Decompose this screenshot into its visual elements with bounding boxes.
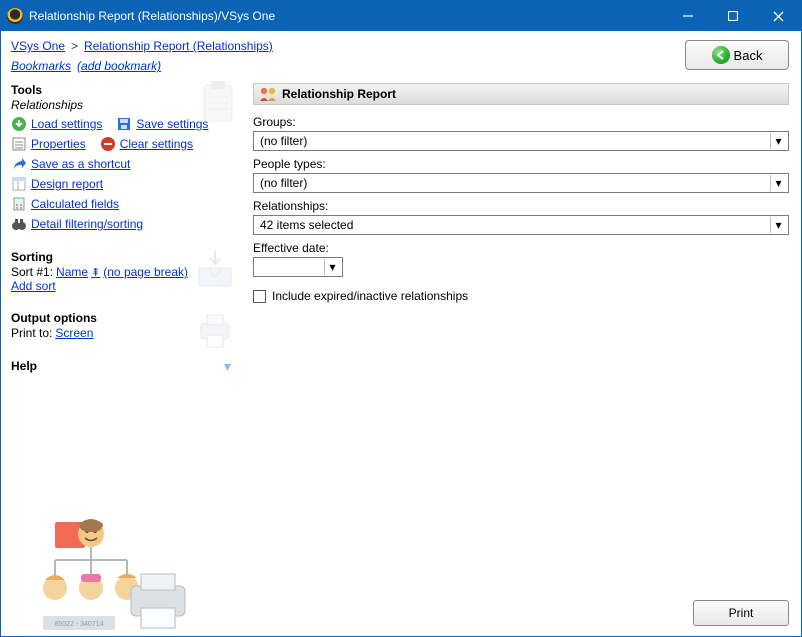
include-expired-label: Include expired/inactive relationships xyxy=(272,289,468,303)
calc-icon xyxy=(11,196,27,212)
effective-date-label: Effective date: xyxy=(253,241,789,255)
svg-text:85022 - 340714: 85022 - 340714 xyxy=(54,621,103,628)
minimize-icon xyxy=(683,11,693,21)
groups-value: (no filter) xyxy=(260,134,307,148)
clipboard-icon xyxy=(199,79,237,125)
relationship-art-icon: 85022 - 340714 xyxy=(35,516,195,636)
back-button[interactable]: Back xyxy=(685,40,789,70)
close-icon xyxy=(773,11,784,22)
breadcrumb-root[interactable]: VSys One xyxy=(11,39,65,53)
dropdown-icon: ▾ xyxy=(770,175,786,191)
clear-settings-link[interactable]: Clear settings xyxy=(120,137,193,151)
print-button-label: Print xyxy=(729,606,754,620)
minimize-button[interactable] xyxy=(665,1,710,31)
properties-link[interactable]: Properties xyxy=(31,137,86,151)
panel-title: Relationship Report xyxy=(282,87,396,101)
main-panel: Relationship Report Groups: (no filter) … xyxy=(249,77,801,636)
printer-icon xyxy=(195,309,235,353)
add-bookmark-link[interactable]: (add bookmark) xyxy=(77,59,161,73)
back-arrow-icon xyxy=(712,46,730,64)
sort-prefix: Sort #1: xyxy=(11,265,53,279)
output-section: Output options Print to: Screen xyxy=(11,311,241,340)
effective-date-combo[interactable]: ▾ xyxy=(253,257,343,277)
load-icon xyxy=(11,116,27,132)
properties-icon xyxy=(11,136,27,152)
help-section: Help ▾ xyxy=(11,358,241,375)
breadcrumb-current[interactable]: Relationship Report (Relationships) xyxy=(84,39,273,53)
people-types-value: (no filter) xyxy=(260,176,307,190)
include-expired-row[interactable]: Include expired/inactive relationships xyxy=(253,289,789,303)
panel-header: Relationship Report xyxy=(253,83,789,105)
sidebar: Tools Relationships Load settings xyxy=(1,77,249,636)
relationship-icon xyxy=(258,86,276,102)
inbox-icon xyxy=(195,248,235,292)
include-expired-checkbox[interactable] xyxy=(253,290,266,303)
groups-label: Groups: xyxy=(253,115,789,129)
form: Groups: (no filter) ▾ People types: (no … xyxy=(253,111,789,303)
groups-combo[interactable]: (no filter) ▾ xyxy=(253,131,789,151)
print-button[interactable]: Print xyxy=(693,600,789,626)
sort-direction-icon[interactable]: ⇞ xyxy=(91,266,100,279)
tools-list: Load settings Save settings Properties xyxy=(11,116,241,232)
sort-field-link[interactable]: Name xyxy=(56,265,88,279)
detail-filter-link[interactable]: Detail filtering/sorting xyxy=(31,217,143,231)
window-controls xyxy=(665,1,801,31)
shortcut-icon xyxy=(11,156,27,172)
calculated-fields-link[interactable]: Calculated fields xyxy=(31,197,119,211)
clear-icon xyxy=(100,136,116,152)
top-row: VSys One > Relationship Report (Relation… xyxy=(1,31,801,77)
design-report-link[interactable]: Design report xyxy=(31,177,103,191)
add-sort-link[interactable]: Add sort xyxy=(11,279,56,293)
dropdown-icon: ▾ xyxy=(324,259,340,275)
design-icon xyxy=(11,176,27,192)
relationships-value: 42 items selected xyxy=(260,218,353,232)
relationships-label: Relationships: xyxy=(253,199,789,213)
maximize-icon xyxy=(728,11,738,21)
relationships-combo[interactable]: 42 items selected ▾ xyxy=(253,215,789,235)
people-types-combo[interactable]: (no filter) ▾ xyxy=(253,173,789,193)
breadcrumb-separator: > xyxy=(71,39,78,53)
load-settings-link[interactable]: Load settings xyxy=(31,117,102,131)
app-window: Relationship Report (Relationships)/VSys… xyxy=(0,0,802,637)
sort-pagebreak-link[interactable]: (no page break) xyxy=(103,265,188,279)
save-icon xyxy=(116,116,132,132)
bookmarks-link[interactable]: Bookmarks xyxy=(11,59,71,73)
print-to-link[interactable]: Screen xyxy=(55,326,93,340)
bookmarks-row: Bookmarks (add bookmark) xyxy=(11,59,273,73)
close-button[interactable] xyxy=(755,1,801,31)
window-title: Relationship Report (Relationships)/VSys… xyxy=(29,9,665,23)
save-shortcut-link[interactable]: Save as a shortcut xyxy=(31,157,130,171)
back-button-label: Back xyxy=(734,48,763,63)
chevron-down-icon[interactable]: ▾ xyxy=(224,358,231,375)
app-icon xyxy=(7,8,23,24)
dropdown-icon: ▾ xyxy=(770,217,786,233)
breadcrumb: VSys One > Relationship Report (Relation… xyxy=(11,39,273,53)
help-heading: Help xyxy=(11,359,37,373)
body: Tools Relationships Load settings xyxy=(1,77,801,636)
print-to-label: Print to: xyxy=(11,326,52,340)
sorting-section: Sorting Sort #1: Name ⇞ (no page break) … xyxy=(11,250,241,293)
titlebar: Relationship Report (Relationships)/VSys… xyxy=(1,1,801,31)
save-settings-link[interactable]: Save settings xyxy=(136,117,208,131)
binoculars-icon xyxy=(11,216,27,232)
people-types-label: People types: xyxy=(253,157,789,171)
maximize-button[interactable] xyxy=(710,1,755,31)
dropdown-icon: ▾ xyxy=(770,133,786,149)
